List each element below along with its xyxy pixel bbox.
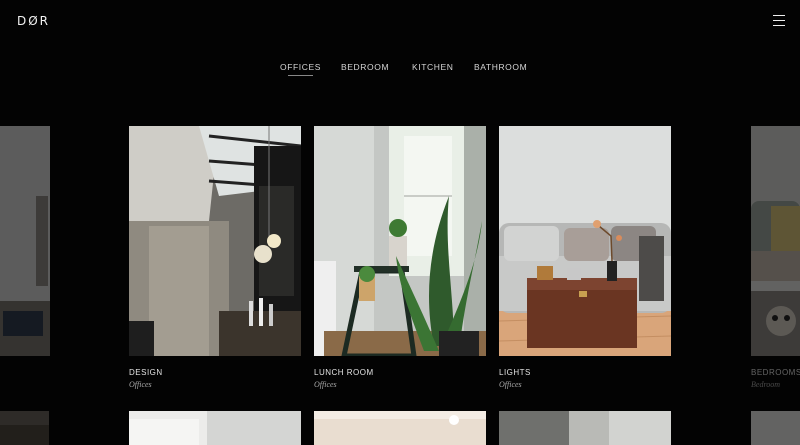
- gallery-image: [129, 126, 301, 356]
- gallery-image: [499, 126, 671, 356]
- gallery-item-row2-right[interactable]: [751, 411, 800, 445]
- tab-kitchen[interactable]: KITCHEN: [412, 62, 454, 72]
- gallery-item-title[interactable]: BEDROOMS: [751, 368, 800, 377]
- gallery-item-category: Offices: [129, 380, 152, 389]
- gallery-image: [314, 126, 486, 356]
- gallery-item-lights[interactable]: LIGHTS Offices: [499, 126, 671, 389]
- logo[interactable]: DØR: [17, 14, 50, 28]
- gallery-item-row2-left[interactable]: [0, 411, 49, 445]
- gallery-item-row2-1[interactable]: [129, 411, 301, 445]
- hamburger-menu-icon[interactable]: [773, 15, 785, 26]
- gallery-item-row2-2[interactable]: [314, 411, 486, 445]
- gallery-item-title[interactable]: DESIGN: [129, 368, 163, 377]
- tab-offices[interactable]: OFFICES: [280, 62, 321, 76]
- gallery-item-title[interactable]: LIGHTS: [499, 368, 531, 377]
- gallery-item-category: Offices: [314, 380, 337, 389]
- gallery-item-title[interactable]: LUNCH ROOM: [314, 368, 374, 377]
- category-tabs: OFFICES BEDROOM KITCHEN BATHROOM: [0, 62, 800, 82]
- gallery-item-row2-3[interactable]: [499, 411, 671, 445]
- gallery-item-category: Bedroom: [751, 380, 781, 389]
- gallery-item-design[interactable]: DESIGN Offices: [129, 126, 301, 389]
- gallery-image: [0, 126, 50, 356]
- gallery-item-lunch-room[interactable]: LUNCH ROOM Offices: [314, 126, 486, 389]
- gallery-item-bedrooms[interactable]: BEDROOMS Bedroom: [751, 126, 800, 389]
- gallery-image: [751, 126, 800, 356]
- gallery-item-category: Offices: [499, 380, 522, 389]
- tab-bathroom[interactable]: BATHROOM: [474, 62, 527, 72]
- tab-bedroom[interactable]: BEDROOM: [341, 62, 389, 72]
- gallery-item-partial-left[interactable]: [0, 126, 50, 356]
